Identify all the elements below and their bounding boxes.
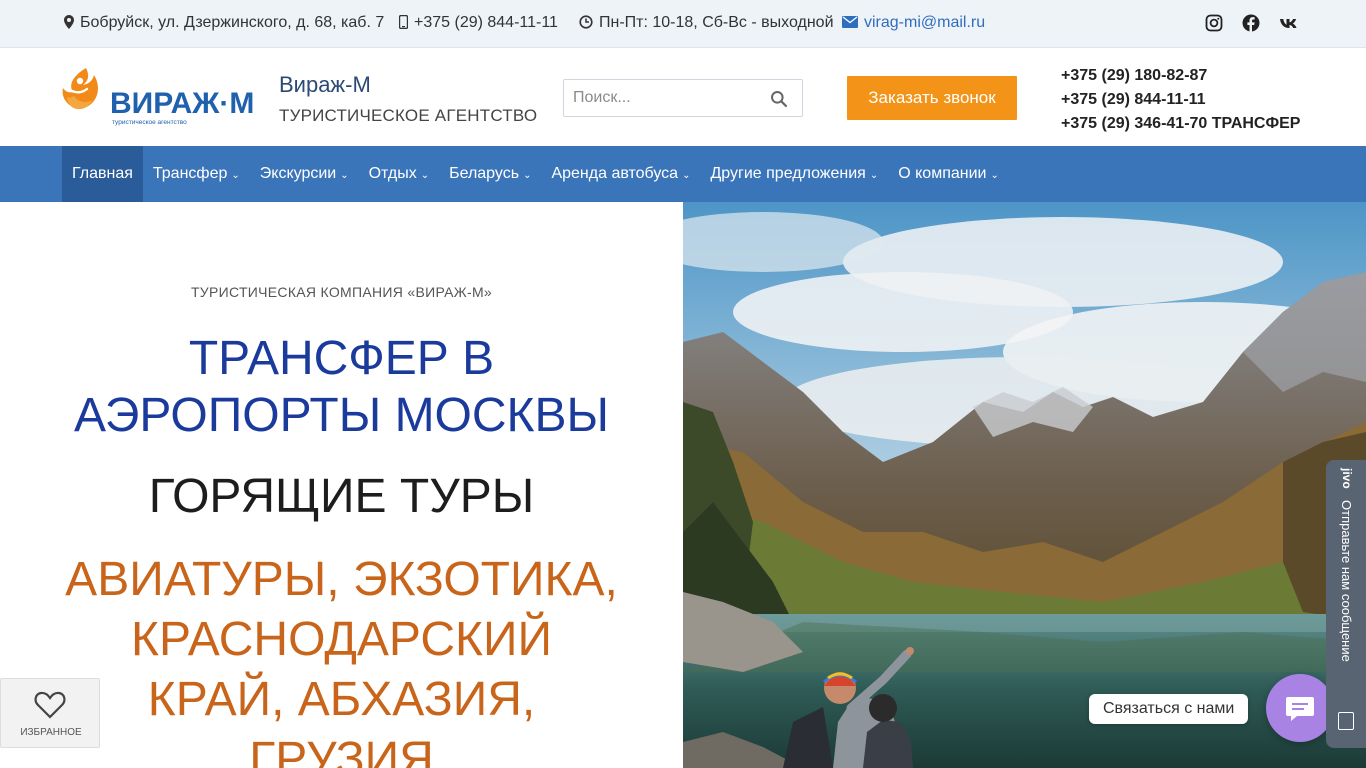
chevron-down-icon: ⌄ xyxy=(682,169,691,181)
nav-item-bus-rental[interactable]: Аренда автобуса ⌄ xyxy=(541,146,700,202)
company-logo[interactable]: ВИРАЖ·М туристическое агентство xyxy=(60,66,265,128)
phone-link[interactable]: +375 (29) 844-11-11 xyxy=(1061,88,1300,112)
nav-item-about[interactable]: О компании ⌄ xyxy=(888,146,1009,202)
hero-text-panel: ТУРИСТИЧЕСКАЯ КОМПАНИЯ «ВИРАЖ-М» ТРАНСФЕ… xyxy=(0,202,683,768)
favorites-label: ИЗБРАННОЕ xyxy=(20,727,82,738)
vk-icon[interactable] xyxy=(1279,14,1299,32)
svg-text:туристическое агентство: туристическое агентство xyxy=(112,119,187,126)
facebook-icon[interactable] xyxy=(1242,14,1260,32)
jivo-minimize-icon xyxy=(1338,712,1354,730)
search-input[interactable] xyxy=(564,80,764,116)
top-info-bar: Бобруйск, ул. Дзержинского, д. 68, каб. … xyxy=(0,0,1366,48)
address: Бобруйск, ул. Дзержинского, д. 68, каб. … xyxy=(64,14,384,32)
envelope-icon xyxy=(842,15,858,31)
hero-kicker: ТУРИСТИЧЕСКАЯ КОМПАНИЯ «ВИРАЖ-М» xyxy=(190,284,493,300)
hero-heading-destinations[interactable]: АВИАТУРЫ, ЭКЗОТИКА, КРАСНОДАРСКИЙ КРАЙ, … xyxy=(0,550,683,768)
hero-heading-transfer[interactable]: ТРАНСФЕР В АЭРОПОРТЫ МОСКВЫ xyxy=(0,330,683,444)
svg-text:ВИРАЖ·М: ВИРАЖ·М xyxy=(110,87,254,120)
search-icon[interactable] xyxy=(770,90,788,108)
chevron-down-icon: ⌄ xyxy=(869,169,879,181)
nav-item-rest[interactable]: Отдых ⌄ xyxy=(359,146,439,202)
jivo-logo: jivo xyxy=(1340,468,1354,489)
instagram-icon[interactable] xyxy=(1205,14,1223,32)
chevron-down-icon: ⌄ xyxy=(420,169,430,181)
search-box xyxy=(563,79,803,117)
header-phones: +375 (29) 180-82-87 +375 (29) 844-11-11 … xyxy=(1061,64,1300,136)
hero-heading-hot-tours[interactable]: ГОРЯЩИЕ ТУРЫ xyxy=(0,468,683,525)
chevron-down-icon: ⌄ xyxy=(990,169,999,181)
nav-item-home[interactable]: Главная xyxy=(62,146,143,202)
phone-link[interactable]: +375 (29) 180-82-87 xyxy=(1061,64,1300,88)
working-hours: Пн-Пт: 10-18, Сб-Вс - выходной xyxy=(579,14,834,32)
order-callback-button[interactable]: Заказать звонок xyxy=(847,76,1017,120)
nav-item-belarus[interactable]: Беларусь ⌄ xyxy=(439,146,541,202)
brand-subtitle: ТУРИСТИЧЕСКОЕ АГЕНТСТВО xyxy=(279,106,538,125)
main-navigation: Главная Трансфер ⌄ Экскурсии ⌄ Отдых ⌄ Бела… xyxy=(0,146,1366,202)
chevron-down-icon: ⌄ xyxy=(340,169,349,181)
jivo-chat-tab[interactable]: jivo Отправьте нам сообщение xyxy=(1326,460,1366,748)
nav-item-other-offers[interactable]: Другие предложения ⌄ xyxy=(700,146,888,202)
chat-icon xyxy=(1286,697,1314,721)
chat-open-button[interactable] xyxy=(1266,674,1334,742)
heart-icon xyxy=(34,691,66,719)
contact-us-label[interactable]: Связаться с нами xyxy=(1089,694,1249,724)
site-header: ВИРАЖ·М туристическое агентство Вираж-М … xyxy=(0,48,1366,146)
phone-link[interactable]: +375 (29) 346-41-70 ТРАНСФЕР xyxy=(1061,112,1300,136)
clock-icon xyxy=(579,14,593,32)
topbar-phone[interactable]: +375 (29) 844-11-11 xyxy=(398,14,558,32)
nav-item-transfer[interactable]: Трансфер ⌄ xyxy=(143,146,250,202)
chevron-down-icon: ⌄ xyxy=(231,169,240,181)
nav-item-excursions[interactable]: Экскурсии ⌄ xyxy=(250,146,359,202)
hero-mountain-lake-image xyxy=(683,202,1366,768)
brand-title: Вираж-М xyxy=(279,72,371,97)
jivo-send-message-label: Отправьте нам сообщение xyxy=(1339,500,1354,662)
chevron-down-icon: ⌄ xyxy=(523,169,532,181)
favorites-button[interactable]: ИЗБРАННОЕ xyxy=(0,678,100,748)
mobile-phone-icon xyxy=(398,14,409,32)
email-link[interactable]: virag-mi@mail.ru xyxy=(842,14,985,32)
location-pin-icon xyxy=(64,14,74,32)
